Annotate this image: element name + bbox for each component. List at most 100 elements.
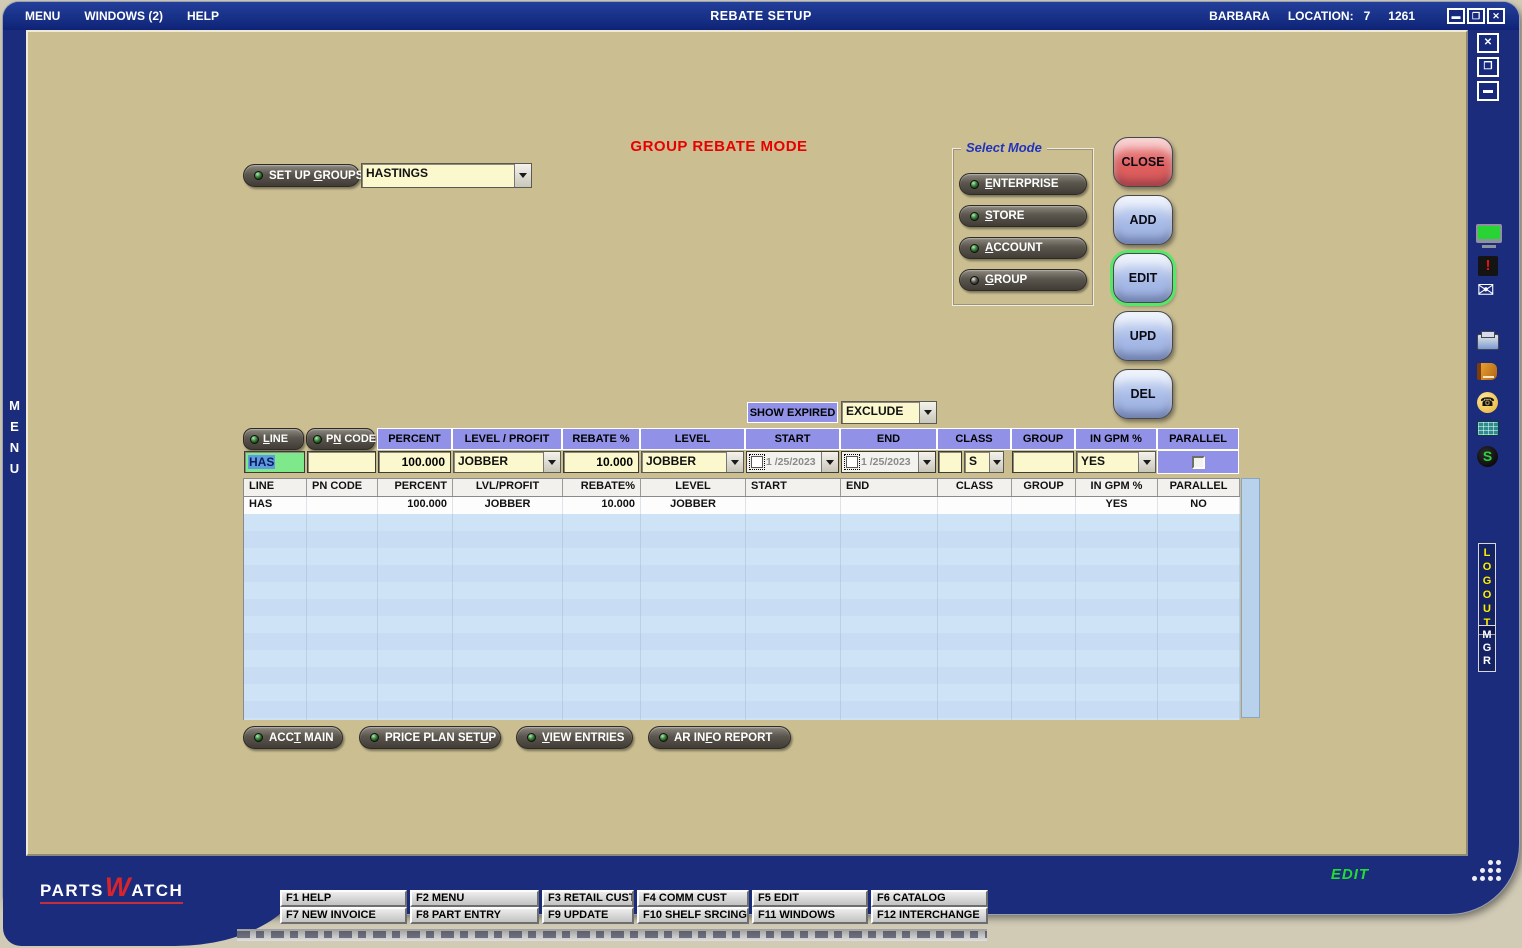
mgr-button[interactable]: MGR	[1478, 625, 1496, 672]
location-value: 7	[1364, 9, 1371, 23]
f5-edit-key[interactable]: F5 EDIT	[752, 890, 868, 907]
f11-windows-key[interactable]: F11 WINDOWS	[752, 907, 868, 924]
percent-input[interactable]: 100.000	[378, 451, 451, 473]
monitor-icon[interactable]	[1476, 224, 1502, 243]
show-expired-value: EXCLUDE	[842, 402, 919, 423]
end-date-picker[interactable]: 1 /25/2023	[841, 451, 936, 473]
ticker-strip	[237, 929, 987, 941]
editor-header-row: LINE PN CODE PERCENT LEVEL / PROFIT REBA…	[243, 428, 1239, 450]
show-expired-label: SHOW EXPIRED	[747, 402, 838, 423]
f10-shelf-srcing-key[interactable]: F10 SHELF SRCING	[637, 907, 749, 924]
view-entries-button[interactable]: VIEW ENTRIES	[516, 726, 633, 749]
in-gpm-combo[interactable]: YES	[1076, 451, 1156, 473]
set-up-groups-button[interactable]: SET UP GROUPS	[243, 164, 360, 187]
led-icon	[970, 212, 979, 221]
group-select-combo[interactable]: HASTINGS	[361, 163, 532, 188]
location-label: LOCATION:	[1288, 9, 1354, 23]
date-checkbox[interactable]	[751, 456, 763, 468]
minimize-icon[interactable]: ▬	[1477, 81, 1499, 101]
f1-help-key[interactable]: F1 HELP	[280, 890, 407, 907]
book-icon[interactable]	[1477, 363, 1497, 380]
rebate-input[interactable]: 10.000	[563, 451, 639, 473]
minimize-icon[interactable]: ▬	[1447, 8, 1465, 24]
class-input[interactable]	[938, 451, 962, 473]
close-icon[interactable]: ✕	[1477, 33, 1499, 53]
upd-button[interactable]: UPD	[1113, 311, 1173, 361]
close-button[interactable]: CLOSE	[1113, 137, 1173, 187]
col-header-level: LEVEL	[640, 428, 745, 450]
f3-retail-cust-key[interactable]: F3 RETAIL CUST	[542, 890, 634, 907]
mode-button-group[interactable]: GROUP	[959, 269, 1087, 291]
f7-new-invoice-key[interactable]: F7 NEW INVOICE	[280, 907, 407, 924]
edit-button[interactable]: EDIT	[1113, 253, 1173, 303]
mode-button-store[interactable]: STORE	[959, 205, 1087, 227]
empty-grid-row	[244, 531, 1240, 548]
chevron-down-icon[interactable]	[1138, 452, 1155, 472]
line-input[interactable]: HAS	[244, 451, 305, 473]
led-icon	[254, 733, 263, 742]
empty-grid-row	[244, 667, 1240, 684]
price-plan-setup-button[interactable]: PRICE PLAN SETUP	[359, 726, 501, 749]
group-input[interactable]	[1012, 451, 1074, 473]
chevron-down-icon[interactable]	[543, 452, 560, 472]
acct-main-button[interactable]: ACCT MAIN	[243, 726, 343, 749]
grid-scrollbar[interactable]	[1241, 478, 1260, 718]
alert-icon[interactable]: !	[1478, 256, 1498, 276]
f12-interchange-key[interactable]: F12 INTERCHANGE	[871, 907, 988, 924]
menubar: MENU WINDOWS (2) HELP	[25, 9, 219, 23]
f9-update-key[interactable]: F9 UPDATE	[542, 907, 634, 924]
col-header-group: GROUP	[1011, 428, 1075, 450]
parallel-checkbox[interactable]	[1192, 456, 1205, 469]
empty-grid-row	[244, 633, 1240, 650]
mail-icon[interactable]: ✉	[1477, 281, 1495, 301]
close-icon[interactable]: ✕	[1487, 8, 1505, 24]
menubar-item-help[interactable]: HELP	[187, 9, 219, 23]
line-header-button[interactable]: LINE	[243, 428, 304, 450]
editor-edit-row: HAS 100.000 JOBBER 10.000 JOBBER 1 /25/2…	[243, 450, 1239, 474]
select-mode-title: Select Mode	[961, 140, 1047, 155]
mode-button-account[interactable]: ACCOUNT	[959, 237, 1087, 259]
pn-code-input[interactable]	[307, 451, 376, 473]
f2-menu-key[interactable]: F2 MENU	[410, 890, 539, 907]
chevron-down-icon[interactable]	[821, 452, 838, 472]
printer-icon[interactable]	[1477, 334, 1499, 350]
led-icon	[250, 435, 259, 444]
col-header-in-gpm: IN GPM %	[1075, 428, 1157, 450]
s-app-icon[interactable]: S	[1477, 446, 1498, 467]
menubar-item-menu[interactable]: MENU	[25, 9, 60, 23]
f4-comm-cust-key[interactable]: F4 COMM CUST	[637, 890, 749, 907]
restore-icon[interactable]: ❐	[1477, 57, 1499, 77]
chevron-down-icon[interactable]	[989, 452, 1003, 472]
start-date-picker[interactable]: 1 /25/2023	[746, 451, 839, 473]
phone-icon[interactable]: ☎	[1477, 392, 1498, 413]
add-button[interactable]: ADD	[1113, 195, 1173, 245]
menubar-item-windows[interactable]: WINDOWS (2)	[84, 9, 163, 23]
parallel-cell	[1157, 450, 1239, 474]
f6-catalog-key[interactable]: F6 CATALOG	[871, 890, 988, 907]
date-checkbox[interactable]	[846, 456, 858, 468]
mode-banner: GROUP REBATE MODE	[569, 138, 869, 155]
led-icon	[254, 171, 263, 180]
mode-button-enterprise[interactable]: ENTERPRISE	[959, 173, 1087, 195]
resize-grip[interactable]	[1452, 858, 1504, 892]
level-combo[interactable]: JOBBER	[641, 451, 744, 473]
chevron-down-icon[interactable]	[919, 402, 936, 423]
ar-info-report-button[interactable]: AR INFO REPORT	[648, 726, 791, 749]
level-profit-combo[interactable]: JOBBER	[453, 451, 561, 473]
chevron-down-icon[interactable]	[726, 452, 743, 472]
chevron-down-icon[interactable]	[514, 164, 531, 187]
f8-part-entry-key[interactable]: F8 PART ENTRY	[410, 907, 539, 924]
pn-code-header-button[interactable]: PN CODE	[306, 428, 375, 450]
user-name: BARBARA	[1209, 9, 1270, 23]
del-button[interactable]: DEL	[1113, 369, 1173, 419]
led-icon	[659, 733, 668, 742]
logout-button[interactable]: LOGOUT	[1478, 543, 1496, 635]
show-expired-combo[interactable]: EXCLUDE	[841, 401, 937, 424]
side-menu-handle[interactable]: MENU	[7, 398, 25, 482]
table-row[interactable]: HAS 100.000 JOBBER 10.000 JOBBER YES NO	[244, 497, 1240, 514]
empty-grid-row	[244, 684, 1240, 701]
restore-icon[interactable]: ❐	[1467, 8, 1485, 24]
calculator-icon[interactable]	[1477, 421, 1499, 436]
class-combo[interactable]: S	[964, 451, 1004, 473]
chevron-down-icon[interactable]	[918, 452, 935, 472]
